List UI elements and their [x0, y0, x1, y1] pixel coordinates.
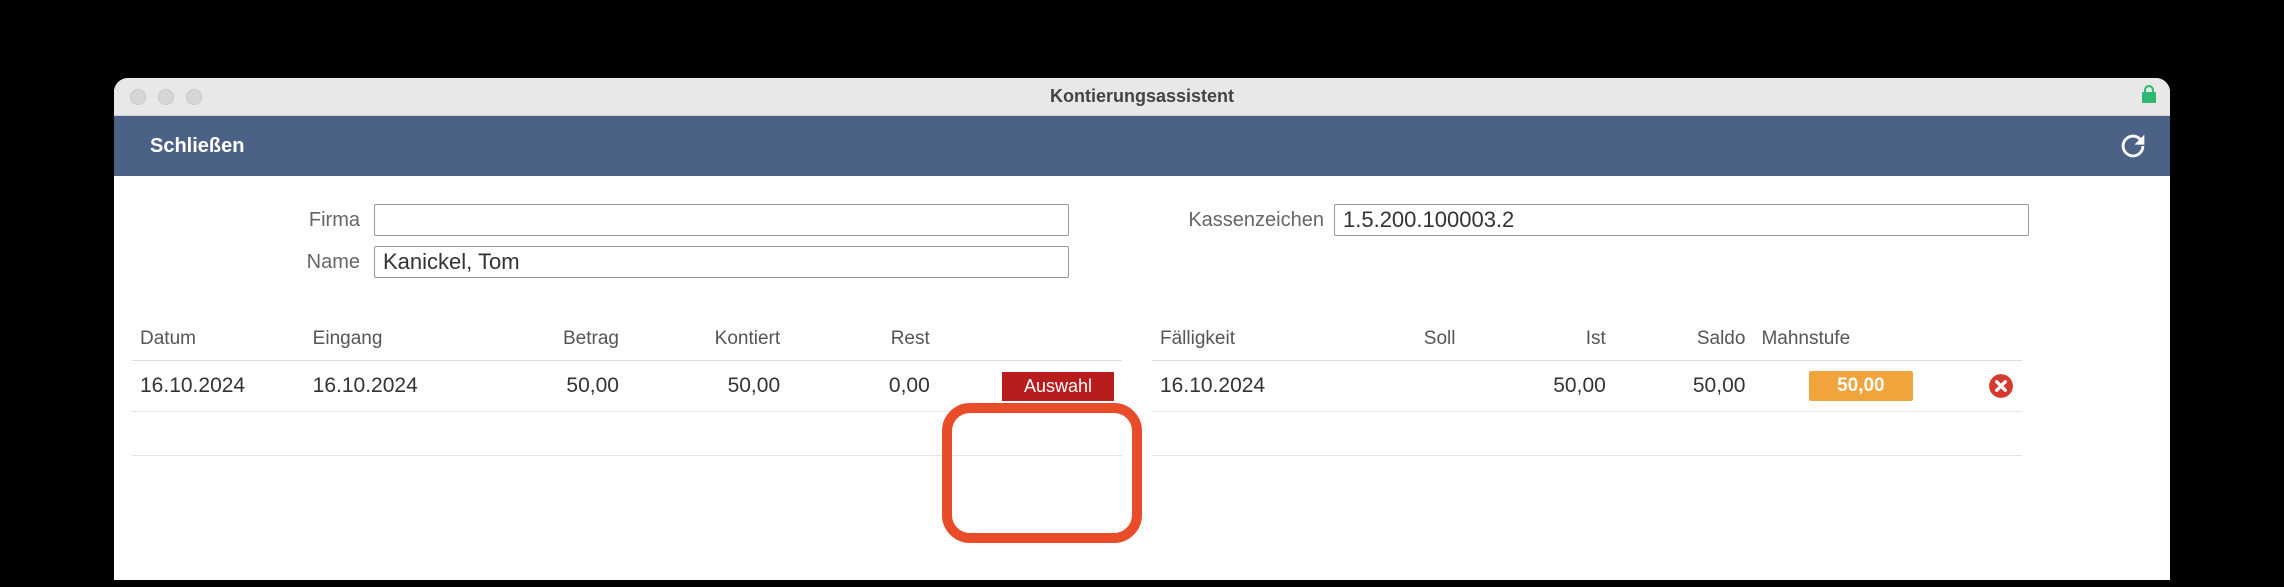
col-eingang: Eingang	[305, 318, 478, 361]
col-ist: Ist	[1463, 318, 1613, 361]
lock-icon	[2140, 84, 2158, 109]
kassenzeichen-label: Kassenzeichen	[1149, 209, 1324, 232]
traffic-lights	[130, 89, 202, 105]
cell-datum: 16.10.2024	[132, 361, 305, 412]
name-label: Name	[134, 251, 364, 274]
toolbar: Schließen	[114, 116, 2170, 176]
col-betrag: Betrag	[477, 318, 627, 361]
col-aktion-right	[1968, 318, 2022, 361]
traffic-zoom[interactable]	[186, 89, 202, 105]
col-rest: Rest	[788, 318, 938, 361]
cell-faelligkeit: 16.10.2024	[1152, 361, 1335, 412]
cell-kontiert: 50,00	[627, 361, 788, 412]
kassenzeichen-input[interactable]	[1334, 204, 2029, 236]
table-row: 16.10.2024 16.10.2024 50,00 50,00 0,00 A…	[132, 361, 1122, 412]
cell-rest: 0,00	[788, 361, 938, 412]
cell-betrag: 50,00	[477, 361, 627, 412]
mahnstufe-badge: 50,00	[1809, 371, 1913, 401]
col-datum: Datum	[132, 318, 305, 361]
col-mahnstufe: Mahnstufe	[1753, 318, 1968, 361]
titlebar: Kontierungsassistent	[114, 78, 2170, 116]
right-table: Fälligkeit Soll Ist Saldo Mahnstufe 16.1…	[1152, 318, 2022, 456]
name-input[interactable]	[374, 246, 1069, 278]
firma-label: Firma	[134, 209, 364, 232]
table-row-empty	[132, 412, 1122, 456]
cell-soll	[1335, 361, 1464, 412]
cell-saldo: 50,00	[1614, 361, 1754, 412]
tables-area: Datum Eingang Betrag Kontiert Rest 16.10…	[114, 308, 2170, 466]
col-faelligkeit: Fälligkeit	[1152, 318, 1335, 361]
delete-icon[interactable]	[1988, 373, 2014, 399]
form-area: Firma Kassenzeichen Name	[114, 176, 2170, 308]
firma-input[interactable]	[374, 204, 1069, 236]
col-soll: Soll	[1335, 318, 1464, 361]
refresh-icon[interactable]	[2116, 129, 2150, 163]
window-title: Kontierungsassistent	[1050, 86, 1234, 107]
cell-eingang: 16.10.2024	[305, 361, 478, 412]
cell-ist: 50,00	[1463, 361, 1613, 412]
table-row: 16.10.2024 50,00 50,00 50,00	[1152, 361, 2022, 412]
table-row-empty	[1152, 412, 2022, 456]
col-saldo: Saldo	[1614, 318, 1754, 361]
col-aktion-left	[938, 318, 1122, 361]
close-button[interactable]: Schließen	[134, 127, 260, 166]
cell-delete	[1968, 361, 2022, 412]
traffic-close[interactable]	[130, 89, 146, 105]
left-table: Datum Eingang Betrag Kontiert Rest 16.10…	[132, 318, 1122, 456]
auswahl-button[interactable]: Auswahl	[1002, 372, 1114, 401]
window: Kontierungsassistent Schließen Firma Kas…	[114, 78, 2170, 580]
col-kontiert: Kontiert	[627, 318, 788, 361]
cell-badge: 50,00	[1753, 361, 1968, 412]
cell-auswahl: Auswahl	[938, 361, 1122, 412]
traffic-minimize[interactable]	[158, 89, 174, 105]
